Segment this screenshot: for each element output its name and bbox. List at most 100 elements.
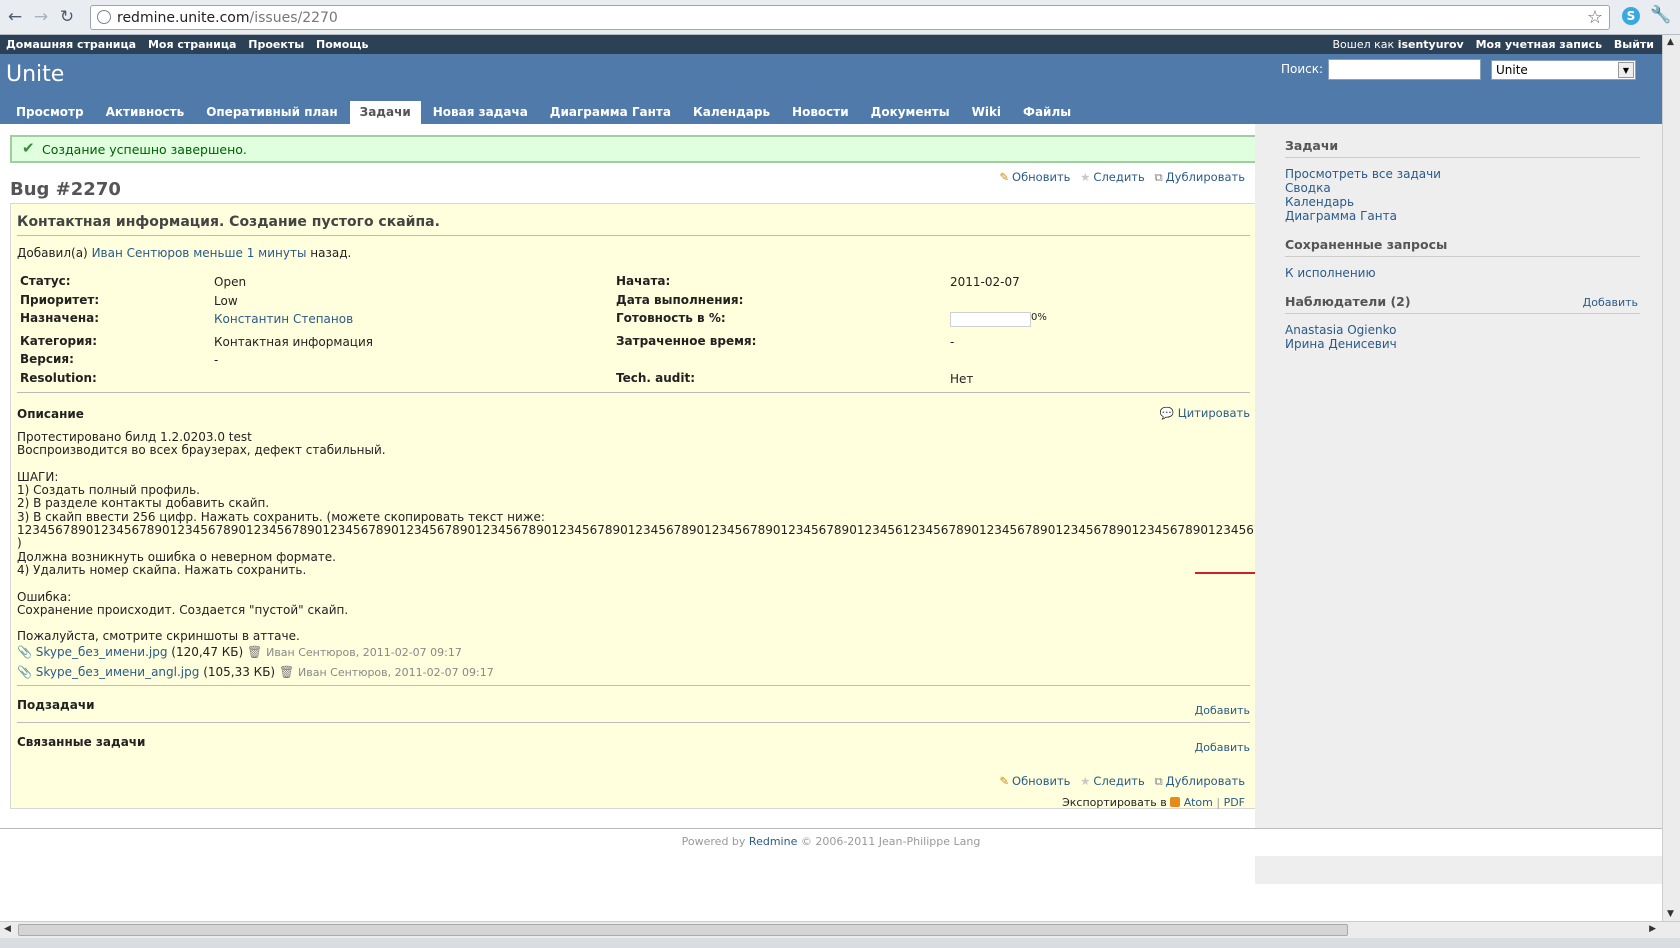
top-menu-home[interactable]: Домашняя страница xyxy=(6,38,136,51)
tab-news[interactable]: Новости xyxy=(782,101,859,124)
paperclip-icon: 📎 xyxy=(17,645,32,659)
done-ratio-progress-bar xyxy=(950,312,1031,327)
watch-link[interactable]: Следить xyxy=(1093,170,1144,184)
tab-documents[interactable]: Документы xyxy=(861,101,960,124)
spent-time-value: - xyxy=(950,335,955,349)
my-account-link[interactable]: Моя учетная запись xyxy=(1476,38,1602,51)
priority-label: Приоритет: xyxy=(20,293,100,307)
back-icon[interactable]: ← xyxy=(4,6,26,28)
priority-value: Low xyxy=(214,294,238,308)
author-link[interactable]: Иван Сентюров xyxy=(92,246,190,260)
start-date-value: 2011-02-07 xyxy=(950,275,1020,289)
search-label: Поиск: xyxy=(1281,62,1324,76)
top-menu-my-page[interactable]: Моя страница xyxy=(148,38,236,51)
top-menu-help[interactable]: Помощь xyxy=(316,38,368,51)
update-link[interactable]: Обновить xyxy=(1012,170,1070,184)
related-issues-title: Связанные задачи xyxy=(17,735,146,749)
sidebar-item-saved-query[interactable]: К исполнению xyxy=(1285,266,1640,280)
resolution-label: Resolution: xyxy=(20,371,97,385)
tab-gantt[interactable]: Диаграмма Ганта xyxy=(540,101,681,124)
sidebar-item-summary[interactable]: Сводка xyxy=(1285,181,1640,195)
sidebar-item-gantt[interactable]: Диаграмма Ганта xyxy=(1285,209,1640,223)
tab-roadmap[interactable]: Оперативный план xyxy=(196,101,347,124)
status-label: Статус: xyxy=(20,274,71,288)
vertical-scrollbar[interactable]: ▲ ▼ xyxy=(1662,35,1680,921)
watch-link[interactable]: Следить xyxy=(1093,774,1144,788)
scroll-up-arrow-icon[interactable]: ▲ xyxy=(1667,37,1674,47)
tab-issues[interactable]: Задачи xyxy=(349,101,421,124)
start-date-label: Начата: xyxy=(616,274,671,288)
update-link[interactable]: Обновить xyxy=(1012,774,1070,788)
redmine-link[interactable]: Redmine xyxy=(749,835,797,848)
scroll-right-arrow-icon[interactable]: ▶ xyxy=(1649,924,1656,934)
search-input[interactable] xyxy=(1328,59,1481,80)
atom-link[interactable]: Atom xyxy=(1184,796,1213,809)
reload-icon[interactable]: ↻ xyxy=(56,6,78,28)
browser-status-bar xyxy=(0,938,1680,948)
flash-notice: ✔ Создание успешно завершено. xyxy=(10,135,1257,163)
issue-actions-bottom: ✎ Обновить ★ Следить ⧉ Дублировать xyxy=(993,774,1245,789)
copy-icon: ⧉ xyxy=(1154,774,1163,788)
category-label: Категория: xyxy=(20,334,98,348)
issue-subject: Контактная информация. Создание пустого … xyxy=(17,214,1250,236)
divider xyxy=(17,392,1250,393)
assignee-label: Назначена: xyxy=(20,311,100,325)
author-line: Добавил(а) Иван Сентюров меньше 1 минуты… xyxy=(17,246,352,260)
spent-time-label: Затраченное время: xyxy=(616,334,757,348)
tab-activity[interactable]: Активность xyxy=(96,101,195,124)
age-link[interactable]: меньше 1 минуты xyxy=(193,246,306,260)
tab-overview[interactable]: Просмотр xyxy=(6,101,94,124)
browser-toolbar: ← → ↻ redmine.unite.com/issues/2270 ☆ S … xyxy=(0,0,1680,35)
description-title: Описание xyxy=(17,407,84,421)
sidebar-item-all-issues[interactable]: Просмотреть все задачи xyxy=(1285,167,1640,181)
trash-icon[interactable]: 🗑 xyxy=(247,645,262,659)
version-label: Версия: xyxy=(20,352,74,366)
logged-as-label: Вошел как isentyurov xyxy=(1332,38,1464,51)
tech-audit-label: Tech. audit: xyxy=(616,371,696,385)
watcher-link[interactable]: Ирина Денисевич xyxy=(1285,337,1640,351)
tech-audit-value: Нет xyxy=(950,372,974,386)
wrench-icon[interactable]: 🔧 xyxy=(1650,5,1671,25)
project-jump-select[interactable]: Unite ▼ xyxy=(1491,60,1636,80)
add-watcher-link[interactable]: Добавить xyxy=(1583,296,1638,309)
sidebar-item-calendar[interactable]: Календарь xyxy=(1285,195,1640,209)
issue-box: Контактная информация. Создание пустого … xyxy=(10,203,1513,809)
quote-action: 💬 Цитировать xyxy=(1160,406,1250,420)
logout-link[interactable]: Выйти xyxy=(1614,38,1654,51)
pdf-link[interactable]: PDF xyxy=(1224,796,1245,809)
current-user[interactable]: isentyurov xyxy=(1398,38,1464,51)
header: Unite Поиск: Unite ▼ Просмотр Активность… xyxy=(0,54,1662,124)
footer: Powered by Redmine © 2006-2011 Jean-Phil… xyxy=(0,828,1662,856)
assignee-link[interactable]: Константин Степанов xyxy=(214,312,353,326)
attachment-link[interactable]: Skype_без_имени.jpg xyxy=(36,645,168,659)
skype-extension-icon[interactable]: S xyxy=(1622,7,1640,25)
tab-wiki[interactable]: Wiki xyxy=(962,101,1011,124)
top-menu-projects[interactable]: Проекты xyxy=(248,38,304,51)
horizontal-scrollbar[interactable]: ◀ ▶ xyxy=(0,921,1680,938)
address-bar[interactable]: redmine.unite.com/issues/2270 ☆ xyxy=(90,5,1610,30)
feed-icon xyxy=(1170,797,1181,807)
bookmark-star-icon[interactable]: ☆ xyxy=(1587,7,1603,28)
speech-bubble-icon: 💬 xyxy=(1159,406,1175,420)
trash-icon[interactable]: 🗑 xyxy=(279,665,294,679)
add-relation-link[interactable]: Добавить xyxy=(1195,741,1250,754)
forward-icon[interactable]: → xyxy=(30,6,52,28)
category-value: Контактная информация xyxy=(214,335,373,349)
tab-new-issue[interactable]: Новая задача xyxy=(423,101,538,124)
copy-link[interactable]: Дублировать xyxy=(1166,170,1245,184)
scroll-thumb[interactable] xyxy=(18,924,1348,936)
tab-calendar[interactable]: Календарь xyxy=(683,101,780,124)
scroll-down-arrow-icon[interactable]: ▼ xyxy=(1667,909,1674,919)
chevron-down-icon: ▼ xyxy=(1618,62,1634,78)
due-date-label: Дата выполнения: xyxy=(616,293,744,307)
watcher-link[interactable]: Anastasia Ogienko xyxy=(1285,323,1640,337)
done-ratio-value: 0% xyxy=(1031,312,1047,323)
add-subtask-link[interactable]: Добавить xyxy=(1195,704,1250,717)
export-links: Экспортировать в Atom | PDF xyxy=(1062,796,1245,809)
copy-link[interactable]: Дублировать xyxy=(1166,774,1245,788)
checkmark-icon: ✔ xyxy=(22,139,35,157)
attachment-link[interactable]: Skype_без_имени_angl.jpg xyxy=(36,665,200,679)
quote-link[interactable]: Цитировать xyxy=(1178,406,1250,420)
tab-files[interactable]: Файлы xyxy=(1013,101,1081,124)
scroll-left-arrow-icon[interactable]: ◀ xyxy=(4,924,11,934)
